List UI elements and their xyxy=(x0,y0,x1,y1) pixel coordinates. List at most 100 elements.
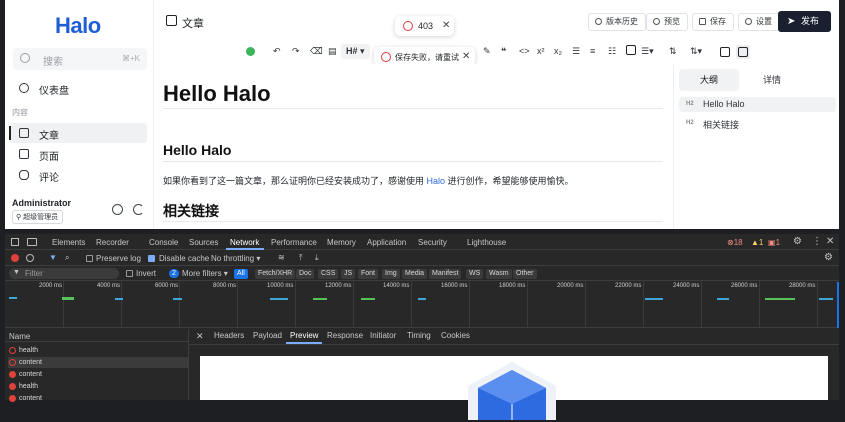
tab-timing[interactable]: Timing xyxy=(407,331,431,340)
halo-logo[interactable]: Halo xyxy=(55,13,101,39)
tab-sources[interactable]: Sources xyxy=(189,238,218,247)
chip-font[interactable]: Font xyxy=(358,269,379,279)
code-icon[interactable]: <> xyxy=(519,46,530,56)
network-settings-icon[interactable]: ⚙ xyxy=(824,252,833,263)
tab-security[interactable]: Security xyxy=(418,238,447,247)
chip-ws[interactable]: WS xyxy=(466,269,484,279)
highlight-icon[interactable]: ✎ xyxy=(483,46,491,57)
halo-link[interactable]: Halo xyxy=(427,176,446,186)
logout-icon[interactable] xyxy=(133,204,144,215)
close-icon[interactable]: ✕ xyxy=(442,20,450,31)
chip-fetch-xhr[interactable]: Fetch/XHR xyxy=(255,269,296,279)
chip-manifest[interactable]: Manifest xyxy=(429,269,462,279)
line-height-dropdown[interactable]: ⇅ xyxy=(669,46,677,57)
gear-icon[interactable]: ⚙ xyxy=(793,236,802,247)
tab-performance[interactable]: Performance xyxy=(271,238,317,247)
chip-js[interactable]: JS xyxy=(341,269,356,279)
align-dropdown[interactable]: ☰▾ xyxy=(641,46,654,57)
chip-other[interactable]: Other xyxy=(513,269,537,279)
sidebar-item-comments[interactable]: 评论 xyxy=(9,165,147,185)
line-height-dropdown[interactable]: ⇅▾ xyxy=(690,46,702,57)
throttling-select[interactable]: No throttling ▾ xyxy=(211,254,260,263)
sidebar-item-dashboard[interactable]: 仪表盘 xyxy=(9,78,147,98)
task-list-icon[interactable]: ☷ xyxy=(608,46,616,57)
record-icon[interactable] xyxy=(11,254,19,262)
sidebar-toggle-button[interactable] xyxy=(736,45,750,59)
tab-console[interactable]: Console xyxy=(149,238,178,247)
chip-doc[interactable]: Doc xyxy=(296,269,315,279)
tab-response[interactable]: Response xyxy=(327,331,363,340)
network-overview[interactable] xyxy=(5,281,839,328)
request-row[interactable]: content xyxy=(8,369,188,380)
clear-icon[interactable] xyxy=(26,254,34,262)
chip-img[interactable]: Img xyxy=(382,269,400,279)
issues-count[interactable]: ▣1 xyxy=(768,238,780,247)
filter-icon[interactable]: ▼ xyxy=(49,253,57,262)
redo-icon[interactable]: ↷ xyxy=(292,46,300,57)
error-count[interactable]: ⊗18 xyxy=(727,238,743,247)
wifi-icon[interactable]: ≋ xyxy=(278,253,285,262)
tab-initiator[interactable]: Initiator xyxy=(370,331,396,340)
disable-cache-checkbox[interactable] xyxy=(148,255,155,262)
invert-checkbox[interactable] xyxy=(126,270,133,277)
tab-payload[interactable]: Payload xyxy=(253,331,282,340)
editor-content[interactable]: Hello Halo Hello Halo 如果你看到了这一篇文章，那么证明你已… xyxy=(155,64,673,229)
ordered-list-icon[interactable]: ≡ xyxy=(590,46,595,56)
tab-memory[interactable]: Memory xyxy=(327,238,356,247)
close-icon[interactable]: ✕ xyxy=(826,236,834,247)
tab-network[interactable]: Network xyxy=(230,238,259,247)
inspect-icon[interactable] xyxy=(11,238,19,246)
name-column-header[interactable]: Name xyxy=(9,332,30,341)
sidebar-item-posts[interactable]: 文章 xyxy=(9,123,147,143)
outline-item[interactable]: H2 Hello Halo xyxy=(679,97,836,112)
more-icon[interactable]: ⋮ xyxy=(812,236,822,247)
quote-icon[interactable]: ❝ xyxy=(501,46,506,57)
panel-divider[interactable] xyxy=(188,329,189,400)
tab-detail[interactable]: 详情 xyxy=(742,69,802,91)
request-row[interactable]: health xyxy=(8,345,188,356)
request-row[interactable]: content xyxy=(8,357,188,368)
preserve-log-checkbox[interactable] xyxy=(86,255,93,262)
upload-icon[interactable]: ⤒ xyxy=(299,253,303,263)
more-filters-button[interactable]: More filters ▾ xyxy=(182,269,228,278)
eraser-icon[interactable]: ⌫ xyxy=(310,46,323,57)
subscript-icon[interactable]: x₂ xyxy=(554,46,562,56)
bullet-list-icon[interactable]: ☰ xyxy=(572,46,580,57)
search-replace-icon[interactable] xyxy=(720,47,730,57)
code-block-icon[interactable] xyxy=(626,45,636,55)
superscript-icon[interactable]: x² xyxy=(537,46,545,56)
tab-headers[interactable]: Headers xyxy=(214,331,244,340)
tab-application[interactable]: Application xyxy=(367,238,406,247)
undo-icon[interactable]: ↶ xyxy=(273,46,281,57)
add-block-icon[interactable] xyxy=(246,47,255,56)
heading-dropdown[interactable]: H# ▾ xyxy=(341,44,370,59)
settings-button[interactable]: 设置 xyxy=(738,13,780,31)
close-icon[interactable]: ✕ xyxy=(462,51,470,62)
warning-count[interactable]: ▲1 xyxy=(751,238,763,247)
chip-all[interactable]: All xyxy=(234,269,248,279)
tab-preview[interactable]: Preview xyxy=(290,331,318,340)
tab-cookies[interactable]: Cookies xyxy=(441,331,470,340)
sidebar-item-pages[interactable]: 页面 xyxy=(9,144,147,164)
device-toggle-icon[interactable] xyxy=(27,238,37,246)
search-input[interactable]: 搜索 ⌘+K xyxy=(13,48,147,70)
close-icon[interactable]: ✕ xyxy=(196,331,204,342)
history-button[interactable]: 版本历史 xyxy=(588,13,646,31)
request-row[interactable]: health xyxy=(8,381,188,392)
publish-button[interactable]: ➤ 发布 xyxy=(778,11,831,32)
tab-recorder[interactable]: Recorder xyxy=(96,238,129,247)
outline-item[interactable]: H2 相关链接 xyxy=(679,116,836,131)
request-row[interactable]: content xyxy=(8,393,188,404)
tab-elements[interactable]: Elements xyxy=(52,238,85,247)
download-icon[interactable]: ⤓ xyxy=(315,253,319,263)
chip-wasm[interactable]: Wasm xyxy=(486,269,512,279)
tab-lighthouse[interactable]: Lighthouse xyxy=(467,238,506,247)
search-icon[interactable]: ⌕ xyxy=(65,253,69,263)
save-button[interactable]: 保存 xyxy=(692,13,734,31)
profile-icon[interactable] xyxy=(112,204,123,215)
chip-css[interactable]: CSS xyxy=(318,269,339,279)
format-painter-icon[interactable]: ▤ xyxy=(328,46,337,57)
tab-outline[interactable]: 大纲 xyxy=(679,69,739,91)
preview-button[interactable]: 预览 xyxy=(646,13,688,31)
chip-media[interactable]: Media xyxy=(402,269,428,279)
